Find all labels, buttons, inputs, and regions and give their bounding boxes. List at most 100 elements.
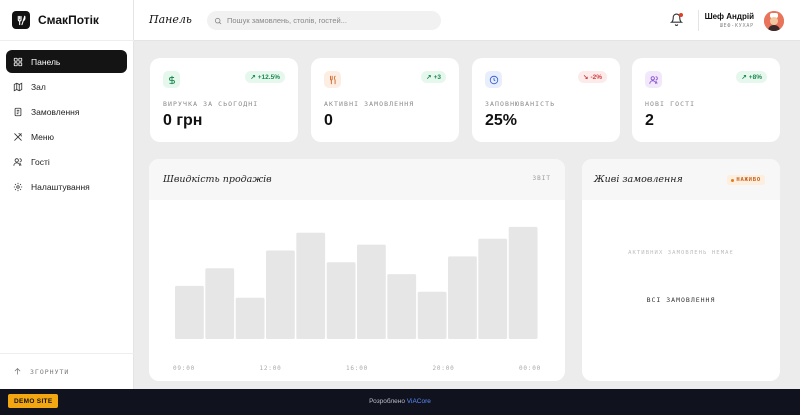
trend-badge: ↗ +8% bbox=[736, 71, 767, 83]
search-icon bbox=[214, 17, 222, 24]
trend-badge: ↗ +12.5% bbox=[245, 71, 285, 83]
sidebar: СмакПотік Панель Зал Замовлення Меню Гос… bbox=[0, 0, 134, 389]
sidebar-item-dashboard[interactable]: Панель bbox=[6, 50, 127, 73]
sidebar-item-label: Налаштування bbox=[31, 181, 90, 192]
x-tick-label: 00:00 bbox=[519, 365, 541, 372]
live-orders-header: Живі замовлення НАЖИВО bbox=[582, 159, 780, 200]
trend-badge: ↘ -2% bbox=[577, 71, 607, 83]
notification-dot bbox=[679, 13, 683, 17]
sidebar-item-orders[interactable]: Замовлення bbox=[6, 100, 127, 123]
divider bbox=[698, 10, 699, 31]
app-name: СмакПотік bbox=[38, 13, 99, 27]
chart-bar[interactable] bbox=[357, 244, 386, 339]
user-role: ШЕФ-КУХАР bbox=[719, 23, 754, 29]
orders-icon bbox=[14, 107, 22, 116]
search-input[interactable] bbox=[227, 16, 427, 25]
trend-badge: ↗ +3 bbox=[421, 71, 446, 83]
stat-value: 2 bbox=[645, 112, 654, 129]
collapse-label: ЗГОРНУТИ bbox=[30, 367, 70, 376]
brand[interactable]: СмакПотік bbox=[0, 0, 133, 40]
trend-up-icon: ↗ bbox=[426, 74, 432, 81]
live-orders-card: Живі замовлення НАЖИВО АКТИВНИХ ЗАМОВЛЕН… bbox=[582, 159, 780, 381]
stat-card-active-orders[interactable]: ↗ +3 АКТИВНІ ЗАМОВЛЕННЯ 0 bbox=[311, 58, 459, 142]
page-title: Панель bbox=[149, 13, 192, 26]
sidebar-item-label: Замовлення bbox=[31, 106, 80, 117]
stat-label: АКТИВНІ ЗАМОВЛЕННЯ bbox=[324, 100, 415, 108]
utensils-icon bbox=[14, 132, 22, 141]
chart-bar[interactable] bbox=[448, 256, 477, 339]
sidebar-item-label: Гості bbox=[31, 156, 50, 167]
chart-header: Швидкість продажів ЗВІТ bbox=[149, 159, 565, 200]
trend-value: +3 bbox=[433, 73, 441, 81]
all-orders-link[interactable]: ВСІ ЗАМОВЛЕННЯ bbox=[582, 296, 780, 304]
divider bbox=[0, 40, 134, 41]
stat-card-new-guests[interactable]: ↗ +8% НОВІ ГОСТІ 2 bbox=[632, 58, 780, 142]
credit-text: Розроблено ViACore bbox=[0, 398, 800, 405]
stat-value: 0 bbox=[324, 112, 333, 129]
sidebar-item-label: Зал bbox=[31, 81, 46, 92]
top-header: Панель Шеф Андрій ШЕФ-КУХАР bbox=[134, 0, 800, 41]
dollar-icon bbox=[163, 71, 180, 88]
trend-value: -2% bbox=[590, 73, 602, 81]
avatar[interactable] bbox=[764, 11, 784, 31]
stat-label: ЗАПОВНЮВАНІСТЬ bbox=[485, 100, 556, 108]
live-badge: НАЖИВО bbox=[727, 175, 765, 185]
sidebar-item-menu[interactable]: Меню bbox=[6, 125, 127, 148]
live-dot-icon bbox=[731, 178, 735, 182]
chart-bar[interactable] bbox=[508, 226, 538, 339]
chart-bar[interactable] bbox=[296, 232, 326, 339]
x-tick-label: 12:00 bbox=[259, 365, 281, 372]
chart-bar[interactable] bbox=[175, 285, 204, 339]
report-link[interactable]: ЗВІТ bbox=[533, 175, 551, 182]
sidebar-item-guests[interactable]: Гості bbox=[6, 150, 127, 173]
live-orders-title: Живі замовлення bbox=[594, 174, 683, 185]
chart-bar[interactable] bbox=[478, 238, 508, 339]
stat-label: ВИРУЧКА ЗА СЬОГОДНІ bbox=[163, 100, 259, 108]
chart-bar[interactable] bbox=[235, 297, 265, 339]
trend-up-icon: ↗ bbox=[741, 74, 747, 81]
stat-card-occupancy[interactable]: ↘ -2% ЗАПОВНЮВАНІСТЬ 25% bbox=[472, 58, 620, 142]
stat-value: 25% bbox=[485, 112, 518, 129]
sidebar-item-label: Меню bbox=[31, 131, 54, 142]
dashboard-icon bbox=[13, 57, 23, 66]
sales-chart-card: Швидкість продажів ЗВІТ 09:00 12:00 16:00 2… bbox=[149, 159, 565, 381]
stat-card-revenue[interactable]: ↗ +12.5% ВИРУЧКА ЗА СЬОГОДНІ 0 грн bbox=[150, 58, 298, 142]
chart-bar[interactable] bbox=[417, 291, 447, 339]
chart-title: Швидкість продажів bbox=[163, 174, 272, 185]
notifications-button[interactable] bbox=[669, 13, 684, 27]
user-name: Шеф Андрій bbox=[704, 12, 754, 21]
x-tick-label: 20:00 bbox=[432, 365, 454, 372]
utensils-icon bbox=[324, 71, 341, 88]
live-badge-label: НАЖИВО bbox=[736, 177, 761, 183]
empty-state-text: АКТИВНИХ ЗАМОВЛЕНЬ НЕМАЄ bbox=[628, 250, 734, 256]
stat-label: НОВІ ГОСТІ bbox=[645, 100, 696, 108]
sidebar-item-label: Панель bbox=[31, 56, 61, 67]
stat-value: 0 грн bbox=[163, 112, 203, 129]
chart-bar[interactable] bbox=[205, 268, 235, 339]
chef-avatar-icon bbox=[764, 11, 784, 31]
chart-bar[interactable] bbox=[266, 250, 295, 340]
trend-down-icon: ↘ bbox=[582, 74, 589, 81]
trend-value: +12.5% bbox=[257, 73, 280, 81]
credit-prefix: Розроблено bbox=[369, 398, 405, 405]
chart-bar[interactable] bbox=[326, 262, 356, 339]
map-icon bbox=[13, 82, 23, 91]
utensils-logo-icon bbox=[12, 11, 30, 29]
trend-value: +8% bbox=[748, 73, 762, 81]
chart-bar[interactable] bbox=[387, 274, 417, 339]
gear-icon bbox=[13, 182, 23, 191]
x-tick-label: 16:00 bbox=[346, 365, 368, 372]
sidebar-item-hall[interactable]: Зал bbox=[6, 75, 127, 98]
users-icon bbox=[13, 157, 22, 166]
trend-up-icon: ↗ bbox=[250, 74, 256, 81]
user-info[interactable]: Шеф Андрій ШЕФ-КУХАР bbox=[705, 12, 754, 29]
collapse-button[interactable]: ЗГОРНУТИ bbox=[0, 353, 134, 389]
sales-bar-chart: 09:00 12:00 16:00 20:00 00:00 bbox=[173, 226, 541, 372]
sidebar-item-settings[interactable]: Налаштування bbox=[6, 175, 127, 198]
sidebar-nav: Панель Зал Замовлення Меню Гості Налашту… bbox=[6, 50, 127, 200]
arrow-up-icon bbox=[14, 367, 21, 375]
search-box[interactable] bbox=[207, 11, 441, 30]
x-tick-label: 09:00 bbox=[173, 365, 195, 372]
credit-link[interactable]: ViACore bbox=[407, 398, 431, 405]
users-icon bbox=[645, 71, 662, 88]
